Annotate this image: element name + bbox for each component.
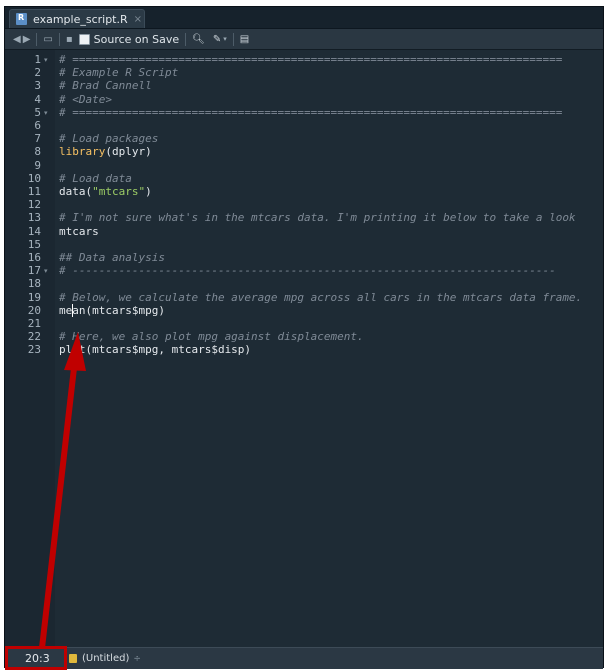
toolbar-divider [232, 32, 234, 46]
line-number: 1 [34, 53, 41, 66]
code-comment: ## Data analysis [59, 251, 165, 264]
code-token: ) [145, 185, 152, 198]
line-number: 17 [27, 264, 41, 278]
toolbar-divider [36, 32, 38, 46]
line-number: 12 [27, 198, 41, 212]
r-script-icon [69, 654, 77, 663]
code-token: plot(mtcars$mpg, mtcars$disp) [59, 343, 252, 357]
scope-label: (Untitled) [82, 653, 130, 664]
code-line[interactable]: # Load data [59, 172, 132, 185]
code-line[interactable]: # ======================================… [59, 106, 562, 119]
code-line[interactable]: mean(mtcars$mpg) [59, 304, 165, 317]
line-number: 8 [34, 145, 41, 159]
line-number: 22 [27, 330, 41, 344]
line-number: 5 [34, 105, 41, 119]
line-number: 19 [27, 290, 41, 304]
source-on-save-checkbox[interactable] [78, 33, 90, 45]
code-token: data( [59, 185, 93, 198]
code-line[interactable]: # <Date> [59, 93, 112, 106]
line-number: 10 [27, 171, 41, 185]
code-comment: # I'm not sure what's in the mtcars data… [59, 211, 576, 225]
code-line[interactable]: mtcars [59, 225, 99, 238]
code-comment: # Brad Cannell [59, 79, 152, 93]
code-comment: # --------------------------------------… [59, 264, 556, 278]
code-token: (dplyr) [105, 145, 152, 159]
code-line[interactable]: # Below, we calculate the average mpg ac… [59, 291, 582, 304]
line-number: 16 [27, 251, 41, 264]
chevron-down-icon[interactable]: ▾ [223, 35, 227, 43]
toolbar-divider [185, 32, 187, 46]
code-line[interactable]: # Here, we also plot mpg against displac… [59, 330, 364, 343]
line-number: 20 [27, 303, 41, 317]
code-line[interactable]: plot(mtcars$mpg, mtcars$disp) [59, 343, 251, 356]
line-number: 11 [27, 185, 41, 198]
tab-bar: example_script.R × [5, 7, 603, 29]
code-token: mtcars [59, 224, 99, 238]
fold-toggle-icon[interactable]: ▾ [44, 109, 48, 117]
code-line[interactable]: data("mtcars") [59, 185, 152, 198]
code-function: library [59, 145, 106, 159]
close-icon[interactable]: × [134, 14, 142, 25]
line-number: 21 [27, 317, 41, 330]
code-line[interactable]: ## Data analysis [59, 251, 165, 264]
line-number: 4 [34, 92, 41, 106]
code-line[interactable]: # I'm not sure what's in the mtcars data… [59, 211, 576, 224]
cursor-position: 20:3 [25, 652, 50, 665]
line-number-gutter: 1 ▾ 2 3 4 5 ▾ 6 7 8 9 10 11 12 13 14 15 16 17 ▾ 18 19 20 21 22 23 [5, 50, 55, 647]
line-number: 14 [27, 224, 41, 238]
fold-toggle-icon[interactable]: ▾ [44, 56, 48, 64]
line-number: 9 [34, 158, 41, 172]
line-number: 23 [27, 343, 41, 357]
code-line[interactable]: # Load packages [59, 132, 158, 145]
code-line[interactable]: # --------------------------------------… [59, 264, 556, 277]
editor-window: example_script.R × ◀ ▶ ▭ ▪ Source on Sav… [4, 6, 604, 669]
code-comment: # Below, we calculate the average mpg ac… [59, 290, 583, 304]
source-on-save-label[interactable]: Source on Save [94, 33, 179, 46]
compile-report-icon[interactable]: ▤ [240, 34, 249, 45]
code-comment: # Load packages [59, 132, 159, 146]
status-bar: 20:3 (Untitled) ÷ [5, 647, 603, 669]
code-comment: # Load data [59, 171, 132, 185]
toolbar-divider [58, 32, 60, 46]
line-number: 7 [34, 132, 41, 146]
line-number: 15 [27, 237, 41, 251]
back-arrow-icon[interactable]: ◀ [13, 34, 21, 45]
code-comment: # ======================================… [59, 105, 563, 119]
scope-selector[interactable]: (Untitled) ÷ [82, 653, 141, 664]
code-line[interactable]: # Example R Script [59, 66, 178, 79]
tab-label: example_script.R [33, 12, 128, 26]
line-number: 6 [34, 119, 41, 132]
code-line[interactable]: library(dplyr) [59, 145, 152, 158]
search-icon[interactable]: 🔍︎ [192, 34, 205, 45]
code-editor[interactable]: 1 ▾ 2 3 4 5 ▾ 6 7 8 9 10 11 12 13 14 15 16 17 ▾ 18 19 20 21 22 23… [5, 50, 603, 647]
code-line[interactable]: # ======================================… [59, 53, 562, 66]
forward-arrow-icon[interactable]: ▶ [23, 34, 31, 45]
editor-toolbar: ◀ ▶ ▭ ▪ Source on Save 🔍︎ ✎ ▾ ▤ [5, 29, 603, 50]
code-comment: # Example R Script [59, 66, 179, 80]
fold-toggle-icon[interactable]: ▾ [44, 267, 48, 275]
code-line[interactable]: # Brad Cannell [59, 79, 152, 92]
r-file-icon [16, 13, 27, 25]
updown-chevron-icon: ÷ [133, 654, 141, 664]
show-in-window-icon[interactable]: ▭ [43, 34, 52, 45]
code-token: mean(mtcars$mpg) [59, 303, 165, 317]
code-string: "mtcars" [92, 185, 146, 198]
code-comment: # ======================================… [59, 53, 563, 66]
line-number: 18 [27, 277, 41, 291]
line-number: 3 [34, 79, 41, 93]
code-comment: # <Date> [59, 92, 112, 106]
code-comment: # Here, we also plot mpg against displac… [59, 330, 364, 344]
line-number: 2 [34, 66, 41, 80]
line-number: 13 [27, 211, 41, 225]
tab-example-script[interactable]: example_script.R × [9, 9, 145, 28]
text-cursor [72, 303, 74, 317]
save-icon[interactable]: ▪ [66, 34, 73, 45]
magic-wand-icon[interactable]: ✎ [213, 34, 221, 45]
